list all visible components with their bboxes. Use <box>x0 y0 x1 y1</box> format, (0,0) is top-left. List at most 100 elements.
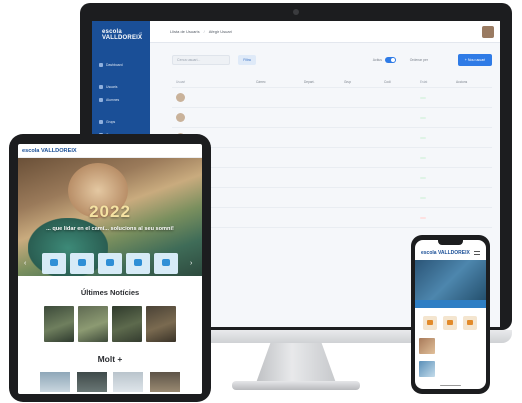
list-item[interactable] <box>419 336 482 356</box>
table-row[interactable] <box>172 87 492 107</box>
breadcrumb-item[interactable]: Afegir Usuari <box>209 29 232 34</box>
quick-link-tile[interactable] <box>98 253 122 274</box>
app-logo[interactable]: escola VALLDOREIX <box>102 29 150 41</box>
home-indicator <box>440 384 461 386</box>
sidebar-item-label: Dashboard <box>106 63 123 67</box>
carousel-next-icon[interactable]: › <box>190 260 192 267</box>
avatar <box>176 113 185 122</box>
quick-link-tile[interactable] <box>126 253 150 274</box>
collapse-icon[interactable]: « <box>139 31 142 37</box>
hamburger-menu-icon[interactable] <box>474 251 480 255</box>
status-badge <box>420 96 426 99</box>
quick-links <box>42 253 178 274</box>
mobile-quick-link[interactable] <box>443 316 457 330</box>
more-card[interactable] <box>149 372 180 392</box>
mobile-logo[interactable]: escola VALLDOREIX <box>421 250 470 256</box>
sidebar-item[interactable]: Usuaris <box>92 82 150 92</box>
users-table: Usuari Càrrec Depart. Grup Codi Estat Ac… <box>172 77 492 247</box>
quick-link-tile[interactable] <box>42 253 66 274</box>
nav-icon <box>99 98 103 102</box>
search-input[interactable]: Cerca usuari... <box>172 55 230 65</box>
filter-button[interactable]: Filtra <box>238 55 256 65</box>
nav-icon <box>99 120 103 124</box>
news-card[interactable] <box>146 306 176 342</box>
table-body <box>172 87 492 247</box>
mobile-hero <box>415 260 486 300</box>
table-cell-status <box>420 136 456 140</box>
tile-icon <box>106 259 114 266</box>
table-row[interactable] <box>172 107 492 127</box>
top-bar: Llista de Usuaris / Afegir Usuari <box>150 21 500 43</box>
sidebar-item-label: Alumnes <box>106 98 120 102</box>
quick-link-tile[interactable] <box>70 253 94 274</box>
more-card[interactable] <box>76 372 107 392</box>
status-badge <box>420 156 426 159</box>
avatar[interactable] <box>482 26 494 38</box>
mobile-news-list <box>415 330 486 379</box>
sidebar-item[interactable]: Grups <box>92 117 150 127</box>
mobile-quick-link[interactable] <box>463 316 477 330</box>
news-card[interactable] <box>78 306 108 342</box>
table-row[interactable] <box>172 187 492 207</box>
toggle-label: Actius <box>372 58 382 62</box>
carousel-prev-icon[interactable]: ‹ <box>24 260 26 267</box>
news-card[interactable] <box>112 306 142 342</box>
more-card[interactable] <box>113 372 144 392</box>
mobile-quick-links <box>415 308 486 330</box>
column-header[interactable]: Accions <box>456 80 482 84</box>
webcam-icon <box>293 9 299 15</box>
status-badge <box>420 216 426 219</box>
list-item[interactable] <box>419 359 482 379</box>
sidebar-item-label: Grups <box>106 120 116 124</box>
column-header[interactable]: Càrrec <box>256 80 304 84</box>
status-badge <box>420 196 426 199</box>
table-row[interactable] <box>172 127 492 147</box>
table-row[interactable] <box>172 207 492 227</box>
monitor-base <box>232 381 360 390</box>
sidebar-nav: DashboardUsuarisAlumnesGrupsCursos <box>92 51 150 140</box>
table-cell-status <box>420 176 456 180</box>
link-icon <box>427 320 433 325</box>
site-logo[interactable]: escola VALLDOREIX <box>22 148 77 154</box>
table-row[interactable] <box>172 147 492 167</box>
mobile-hero-bar[interactable] <box>415 300 486 308</box>
tablet-device: escola VALLDOREIX 2022 ... que lidar en … <box>9 134 211 402</box>
table-row[interactable] <box>172 167 492 187</box>
site-header: escola VALLDOREIX <box>18 144 202 158</box>
link-icon <box>447 320 453 325</box>
phone-screen: escola VALLDOREIX <box>415 240 486 389</box>
column-header[interactable]: Depart. <box>304 80 344 84</box>
column-header[interactable]: Estat <box>420 80 456 84</box>
monitor-stand <box>256 343 336 383</box>
table-cell-name <box>172 93 256 102</box>
more-grid <box>18 372 202 392</box>
quick-link-tile[interactable] <box>154 253 178 274</box>
mobile-quick-link[interactable] <box>423 316 437 330</box>
status-badge <box>420 116 426 119</box>
table-header: Usuari Càrrec Depart. Grup Codi Estat Ac… <box>172 77 492 87</box>
column-header[interactable]: Usuari <box>172 80 256 84</box>
breadcrumb-item[interactable]: Llista de Usuaris <box>170 29 200 34</box>
link-icon <box>467 320 473 325</box>
nav-icon <box>99 63 103 67</box>
phone-notch <box>438 240 463 245</box>
tile-icon <box>162 259 170 266</box>
nav-icon <box>99 85 103 89</box>
sidebar-item[interactable]: Alumnes <box>92 95 150 105</box>
device-mockup-scene: escola VALLDOREIX « Dashboard Usuaris Alum… <box>0 0 522 403</box>
sidebar-item[interactable]: Dashboard <box>92 60 150 70</box>
phone-device: escola VALLDOREIX <box>411 235 490 394</box>
tile-icon <box>50 259 58 266</box>
active-toggle[interactable] <box>385 57 396 63</box>
add-user-button[interactable]: + Nou usuari <box>458 54 492 66</box>
hero-year: 2022 <box>89 202 131 221</box>
more-title: Molt + <box>97 354 123 364</box>
column-header[interactable]: Grup <box>344 80 384 84</box>
tile-icon <box>134 259 142 266</box>
more-card[interactable] <box>40 372 70 392</box>
column-header[interactable]: Codi <box>384 80 420 84</box>
tablet-screen: escola VALLDOREIX 2022 ... que lidar en … <box>18 144 202 394</box>
news-card[interactable] <box>44 306 74 342</box>
toolbar: Cerca usuari... Filtra Actius Ordenar pe… <box>172 53 492 67</box>
table-cell-status <box>420 116 456 120</box>
